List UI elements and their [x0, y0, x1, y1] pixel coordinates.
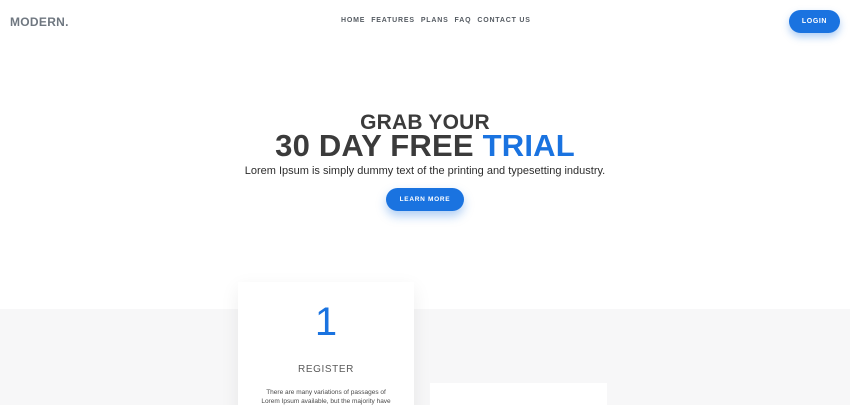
- login-button[interactable]: LOGIN: [789, 10, 840, 33]
- nav-faq[interactable]: FAQ: [455, 17, 472, 24]
- nav-home[interactable]: HOME: [341, 17, 365, 24]
- nav-contact-us[interactable]: CONTACT US: [477, 17, 530, 24]
- step-title: REGISTER: [298, 364, 354, 375]
- step-description: There are many variations of passages of…: [261, 389, 391, 405]
- nav-plans[interactable]: PLANS: [421, 17, 449, 24]
- learn-more-button[interactable]: LEARN MORE: [386, 188, 464, 211]
- main-nav: HOME FEATURES PLANS FAQ CONTACT US: [341, 17, 531, 24]
- hero-title: 30 DAY FREE TRIAL: [0, 128, 850, 164]
- step-card: 1 REGISTER There are many variations of …: [238, 282, 414, 405]
- step-number: 1: [314, 300, 338, 344]
- step-card-partial: [430, 383, 607, 405]
- hero-subtitle: Lorem Ipsum is simply dummy text of the …: [244, 165, 606, 177]
- site-logo[interactable]: MODERN.: [10, 15, 69, 29]
- nav-features[interactable]: FEATURES: [371, 17, 415, 24]
- hero-title-main: 30 DAY FREE: [275, 128, 474, 163]
- hero-title-accent: TRIAL: [482, 128, 575, 163]
- steps-background: [0, 309, 850, 405]
- site-header: MODERN. HOME FEATURES PLANS FAQ CONTACT …: [0, 0, 850, 44]
- page: MODERN. HOME FEATURES PLANS FAQ CONTACT …: [0, 0, 850, 405]
